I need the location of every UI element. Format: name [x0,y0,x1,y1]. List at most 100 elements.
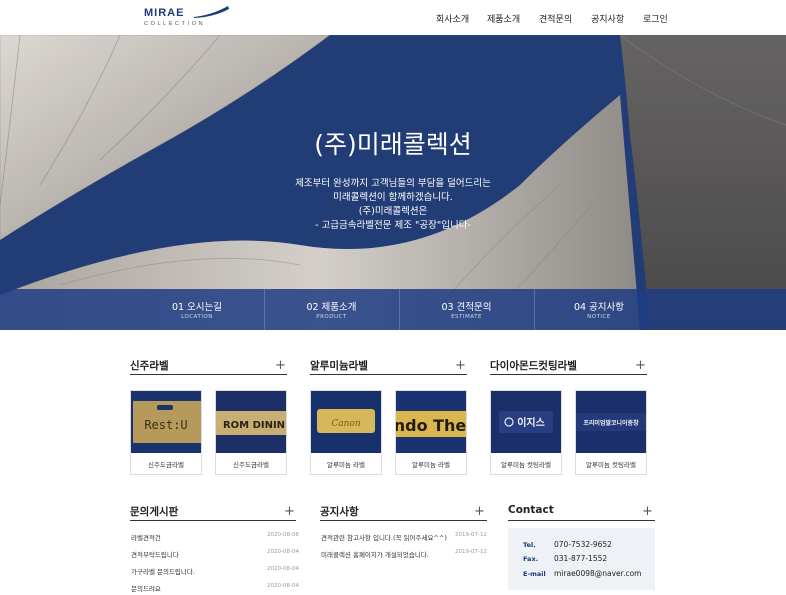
section-rule [310,374,467,375]
section-title-inquiry: 문의게시판 [130,506,179,518]
section-title-notice: 공지사항 [320,506,359,518]
product-caption: 알루미늄 라벨 [327,461,365,469]
nav-estimate[interactable]: 견적문의 [539,12,572,25]
product-image: Canon [311,391,381,453]
list-item[interactable]: 견적부탁드립니다 2020-08-04 [131,549,299,561]
quick-link-sub: ESTIMATE [451,314,482,320]
contact-box: Tel. 070-7532-9652 Fax. 031-877-1552 E-m… [508,528,655,590]
nav-products[interactable]: 제품소개 [487,12,520,25]
list-item-title: 문의드려요 [131,585,161,593]
quick-link-product[interactable]: 02 제품소개 PRODUCT [264,289,399,330]
list-item-date: 2020-08-04 [267,549,299,555]
contact-value: 031-877-1552 [554,554,608,563]
quick-link-notice[interactable]: 04 공지사항 NOTICE [534,289,664,330]
contact-value: 070-7532-9652 [554,540,612,549]
list-item-date: 2019-07-12 [455,549,487,555]
list-item[interactable]: 라벨견적건 2020-08-06 [131,532,299,544]
more-plus-icon[interactable]: + [275,359,286,372]
product-image: ndo The [396,391,466,453]
hero-line: 미래콜렉션이 함께하겠습니다. [333,192,453,203]
more-plus-icon[interactable]: + [635,359,646,372]
product-image: ROM DININ [216,391,286,453]
list-item-date: 2020-08-04 [267,583,299,589]
product-thumb[interactable]: Canon 알루미늄 라벨 [310,390,382,475]
hero-line: 제조부터 완성까지 고객님들의 부담을 덜어드리는 [295,178,491,189]
quick-links-bar: 01 오시는길 LOCATION 02 제품소개 PRODUCT 03 견적문의… [0,289,786,330]
hero-description: 제조부터 완성까지 고객님들의 부담을 덜어드리는 미래콜렉션이 함께하겠습니다… [0,177,786,233]
product-image: 프리미엄발코니이중창 [576,391,646,453]
section-rule [320,520,487,521]
diamond-label-image: 프리미엄발코니이중창 [576,391,646,453]
hero-banner: (주)미래콜렉션 제조부터 완성까지 고객님들의 부담을 덜어드리는 미래콜렉션… [0,35,786,330]
label-text: ROM DININ [223,420,285,431]
product-caption: 알루미늄 컷팅라벨 [501,461,551,469]
product-caption: 알루미늄 라벨 [412,461,450,469]
hero-title: (주)미래콜렉션 [314,130,472,159]
section-title-brass: 신주라벨 [130,360,169,372]
brass-label-image: Rest:U [131,391,201,453]
label-text: Canon [331,419,360,429]
list-item[interactable]: 가구라벨 문의드립니다. 2020-08-04 [131,566,299,578]
contact-label: Tel. [523,541,536,549]
product-thumb[interactable]: ROM DININ 신주도금라벨 [215,390,287,475]
product-caption: 신주도금라벨 [233,461,269,469]
nav-company[interactable]: 회사소개 [436,12,469,25]
list-item-title: 라벨견적건 [131,534,161,542]
more-plus-icon[interactable]: + [642,505,653,518]
section-title-contact: Contact [508,504,554,516]
label-text: 프리미엄발코니이중창 [583,419,639,427]
diamond-label-image: 이지스 [491,391,561,453]
list-item-title: 가구라벨 문의드립니다. [131,568,195,576]
quick-link-sub: PRODUCT [316,314,347,320]
section-rule [130,520,296,521]
list-item-title: 미래콜렉션 홈페이지가 개설되었습니다. [321,551,429,559]
quick-link-location[interactable]: 01 오시는길 LOCATION [130,289,264,330]
contact-label: Fax. [523,555,539,563]
label-text: 이지스 [517,416,545,429]
section-rule [130,374,287,375]
product-thumb[interactable]: ndo The 알루미늄 라벨 [395,390,467,475]
product-thumb[interactable]: Rest:U 신주도금라벨 [130,390,202,475]
aluminum-label-image: Canon [311,391,381,453]
contact-row-email: E-mail mirae0098@naver.com [508,569,655,582]
quick-link-title: 02 제품소개 [306,302,357,313]
hero-line: - 고급금속라벨전문 제조 "공장"입니다- [315,220,471,231]
quick-link-title: 03 견적문의 [441,302,492,313]
list-item[interactable]: 견적관련 참고사항 입니다.(꼭 읽어주세요^^) 2019-07-12 [321,532,487,544]
quick-link-estimate[interactable]: 03 견적문의 ESTIMATE [399,289,534,330]
more-plus-icon[interactable]: + [455,359,466,372]
product-thumb[interactable]: 이지스 알루미늄 컷팅라벨 [490,390,562,475]
list-item[interactable]: 문의드려요 2020-08-04 [131,583,299,595]
aluminum-label-image: ndo The [396,391,466,453]
list-item-date: 2020-08-06 [267,532,299,538]
nav-login[interactable]: 로그인 [643,12,668,25]
quick-link-title: 01 오시는길 [171,302,223,313]
contact-value[interactable]: mirae0098@naver.com [554,569,641,578]
list-item-date: 2020-08-04 [267,566,299,572]
product-image: Rest:U [131,391,201,453]
quick-link-title: 04 공지사항 [573,302,625,313]
more-plus-icon[interactable]: + [474,505,485,518]
header: MIRAE COLLECTION 회사소개 제품소개 견적문의 공지사항 로그인 [0,0,786,35]
list-item-title: 견적관련 참고사항 입니다.(꼭 읽어주세요^^) [321,534,447,542]
product-thumb[interactable]: 프리미엄발코니이중창 알루미늄 컷팅라벨 [575,390,647,475]
more-plus-icon[interactable]: + [284,505,295,518]
list-item-title: 견적부탁드립니다 [131,551,179,559]
contact-row-tel: Tel. 070-7532-9652 [508,540,655,553]
list-item-date: 2019-07-12 [455,532,487,538]
section-rule [490,374,647,375]
product-image: 이지스 [491,391,561,453]
list-item[interactable]: 미래콜렉션 홈페이지가 개설되었습니다. 2019-07-12 [321,549,487,561]
hero-line: (주)미래콜렉션은 [358,206,428,217]
contact-row-fax: Fax. 031-877-1552 [508,554,655,567]
quick-link-sub: NOTICE [587,314,611,320]
quick-link-sub: LOCATION [181,314,213,320]
main-nav: 회사소개 제품소개 견적문의 공지사항 로그인 [0,12,786,26]
contact-label: E-mail [523,570,546,578]
label-text: ndo The [396,416,466,435]
section-rule [508,520,655,521]
section-title-diamond: 다이아몬드컷팅라벨 [490,360,577,372]
nav-notice[interactable]: 공지사항 [591,12,624,25]
brass-label-image: ROM DININ [216,391,286,453]
section-title-aluminum: 알루미늄라벨 [310,360,368,372]
